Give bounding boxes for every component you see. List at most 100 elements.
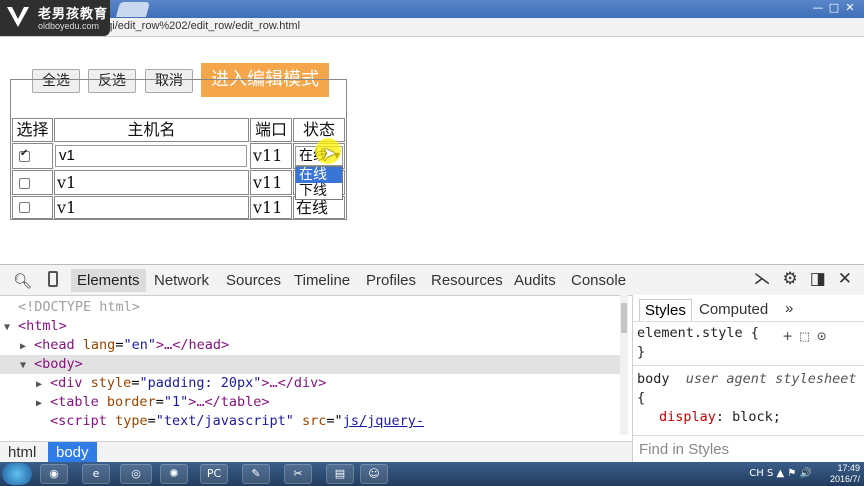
watermark-logo: 老男孩教育 oldboyedu.com bbox=[0, 0, 110, 36]
hostname-input[interactable]: v1 bbox=[55, 145, 247, 167]
dom-tree: <!DOCTYPE html> ▼ <html> ▶ <head lang="en"… bbox=[0, 295, 628, 435]
header-status: 状态 bbox=[293, 118, 345, 142]
clock-time: 17:49 bbox=[837, 463, 860, 473]
styles-pane: Styles Computed » element.style { + ⬚ ⊙ } … bbox=[632, 295, 864, 463]
address-bar[interactable]: ⟳ E:/wupeiqi/edit_row%202/edit_row/edit_… bbox=[0, 18, 864, 37]
breadcrumb-html[interactable]: html bbox=[8, 444, 36, 461]
dom-line-doctype[interactable]: <!DOCTYPE html> bbox=[0, 298, 140, 317]
tab-timeline[interactable]: Timeline bbox=[294, 272, 350, 289]
editor-icon[interactable]: ✎ bbox=[242, 464, 270, 484]
header-port: 端口 bbox=[250, 118, 292, 142]
new-tab-button[interactable] bbox=[115, 2, 151, 17]
row-checkbox[interactable] bbox=[19, 178, 30, 189]
tab-console[interactable]: Console bbox=[571, 272, 626, 289]
table-row bbox=[12, 143, 53, 169]
logo-mark-icon bbox=[7, 7, 29, 27]
gear-icon[interactable]: ⚙ bbox=[782, 269, 797, 289]
expanded-triangle-icon[interactable]: ▼ bbox=[4, 318, 18, 337]
devtools-right-controls: ⋋ ⚙ ◨ ✕ bbox=[741, 269, 852, 289]
console-drawer-icon[interactable]: ⋋ bbox=[753, 269, 770, 289]
more-tabs-icon[interactable]: » bbox=[785, 300, 793, 317]
rule-open-brace: { bbox=[637, 390, 646, 406]
rule-property: display bbox=[659, 409, 716, 425]
start-button-icon[interactable] bbox=[2, 463, 32, 485]
dropdown-option-offline[interactable]: 下线 bbox=[296, 183, 342, 199]
status-dropdown-list: 在线 下线 bbox=[295, 166, 343, 200]
logo-brand-cn: 老男孩教育 bbox=[38, 7, 109, 22]
close-icon[interactable]: ✕ bbox=[838, 269, 852, 289]
dom-line-body[interactable]: ▼ <body> bbox=[0, 355, 628, 374]
rule-origin: user agent stylesheet bbox=[685, 371, 857, 387]
tray-icons-glyphs[interactable]: S ▲ ⚑ 🔊 bbox=[767, 468, 812, 479]
inspect-search-icon[interactable]: 🔍︎ bbox=[13, 272, 32, 290]
tool-icon[interactable]: ✂ bbox=[284, 464, 312, 484]
dock-side-icon[interactable]: ◨ bbox=[810, 269, 826, 289]
tab-styles[interactable]: Styles bbox=[639, 299, 692, 321]
collapsed-triangle-icon[interactable]: ▶ bbox=[36, 375, 50, 394]
styles-tabs: Styles Computed » bbox=[633, 297, 864, 322]
tab-resources[interactable]: Resources bbox=[431, 272, 503, 289]
collapsed-triangle-icon[interactable]: ▶ bbox=[20, 337, 34, 356]
clock[interactable]: 17:49 2016/7/ bbox=[830, 463, 860, 485]
devtools-panel: 🔍︎ Elements Network Sources Timeline Pro… bbox=[0, 264, 864, 464]
table-row bbox=[12, 196, 53, 219]
dropdown-option-online[interactable]: 在线 bbox=[296, 167, 342, 183]
mouse-pointer-icon: ➤ bbox=[323, 144, 336, 162]
windows-taskbar: ◉ e ◎ ✺ PC ✎ ✂ ▤ ☺ CH S ▲ ⚑ 🔊 17:49 2016… bbox=[0, 462, 864, 486]
minimize-icon[interactable]: — bbox=[810, 1, 826, 14]
hostname-cell: v1 bbox=[54, 170, 249, 195]
rule-divider bbox=[633, 365, 864, 366]
element-style-rule[interactable]: element.style { bbox=[637, 325, 759, 341]
tab-computed[interactable]: Computed bbox=[699, 301, 768, 318]
play-circle-icon[interactable]: ⊙ bbox=[817, 327, 826, 345]
pycharm-icon[interactable]: PC bbox=[200, 464, 228, 484]
tray-language[interactable]: CH bbox=[749, 468, 764, 479]
port-cell: v11 bbox=[250, 196, 292, 219]
style-actions: + ⬚ ⊙ bbox=[783, 327, 834, 345]
port-cell: v11 bbox=[250, 170, 292, 195]
firefox-icon[interactable]: ✺ bbox=[160, 464, 188, 484]
dom-scrollbar[interactable] bbox=[620, 295, 628, 435]
scrollbar-thumb[interactable] bbox=[621, 303, 627, 333]
system-tray: CH S ▲ ⚑ 🔊 bbox=[749, 468, 812, 479]
dom-line-head[interactable]: ▶ <head lang="en">…</head> bbox=[0, 336, 229, 355]
chrome-icon[interactable]: ◎ bbox=[120, 464, 152, 484]
tab-profiles[interactable]: Profiles bbox=[366, 272, 416, 289]
header-hostname: 主机名 bbox=[54, 118, 249, 142]
table-row bbox=[12, 170, 53, 195]
rule-selector[interactable]: body bbox=[637, 371, 670, 387]
clock-date: 2016/7/ bbox=[829, 474, 860, 484]
hostname-cell: v1 bbox=[54, 196, 249, 219]
dom-line-script[interactable]: <script type="text/javascript" src="js/j… bbox=[0, 412, 424, 431]
expanded-triangle-icon[interactable]: ▼ bbox=[20, 356, 34, 375]
tab-audits[interactable]: Audits bbox=[514, 272, 556, 289]
port-cell: v11 bbox=[250, 143, 292, 169]
breadcrumb-body[interactable]: body bbox=[48, 442, 97, 464]
logo-brand-en: oldboyedu.com bbox=[38, 21, 100, 31]
add-rule-icon[interactable]: + bbox=[783, 327, 792, 345]
ie-icon[interactable]: e bbox=[82, 464, 110, 484]
device-mode-icon[interactable] bbox=[48, 271, 58, 287]
close-icon[interactable]: ✕ bbox=[842, 1, 858, 14]
devtools-toolbar: 🔍︎ Elements Network Sources Timeline Pro… bbox=[0, 265, 864, 296]
dom-line-table[interactable]: ▶ <table border="1">…</table> bbox=[0, 393, 270, 412]
rule-value: block; bbox=[732, 409, 781, 425]
header-select: 选择 bbox=[12, 118, 53, 142]
collapsed-triangle-icon[interactable]: ▶ bbox=[36, 394, 50, 413]
element-state-icon[interactable]: ⬚ bbox=[800, 327, 809, 345]
browser-tab-strip: — □ ✕ bbox=[0, 0, 864, 18]
tab-sources[interactable]: Sources bbox=[226, 272, 281, 289]
row-checkbox[interactable] bbox=[19, 202, 30, 213]
dom-line-div[interactable]: ▶ <div style="padding: 20px">…</div> bbox=[0, 374, 326, 393]
tab-elements[interactable]: Elements bbox=[71, 269, 146, 292]
script-src-link[interactable]: js/jquery- bbox=[343, 413, 424, 429]
chat-icon[interactable]: ☺ bbox=[360, 464, 388, 484]
find-in-styles-input[interactable]: Find in Styles bbox=[633, 435, 864, 463]
row-checkbox[interactable] bbox=[19, 148, 30, 162]
tab-network[interactable]: Network bbox=[154, 272, 209, 289]
maximize-icon[interactable]: □ bbox=[826, 1, 842, 14]
folder-icon[interactable]: ▤ bbox=[326, 464, 354, 484]
taskbar-app-icon[interactable]: ◉ bbox=[40, 464, 68, 484]
rule-declaration[interactable]: display: block; bbox=[659, 409, 781, 425]
dom-line-html[interactable]: ▼ <html> bbox=[0, 317, 67, 336]
